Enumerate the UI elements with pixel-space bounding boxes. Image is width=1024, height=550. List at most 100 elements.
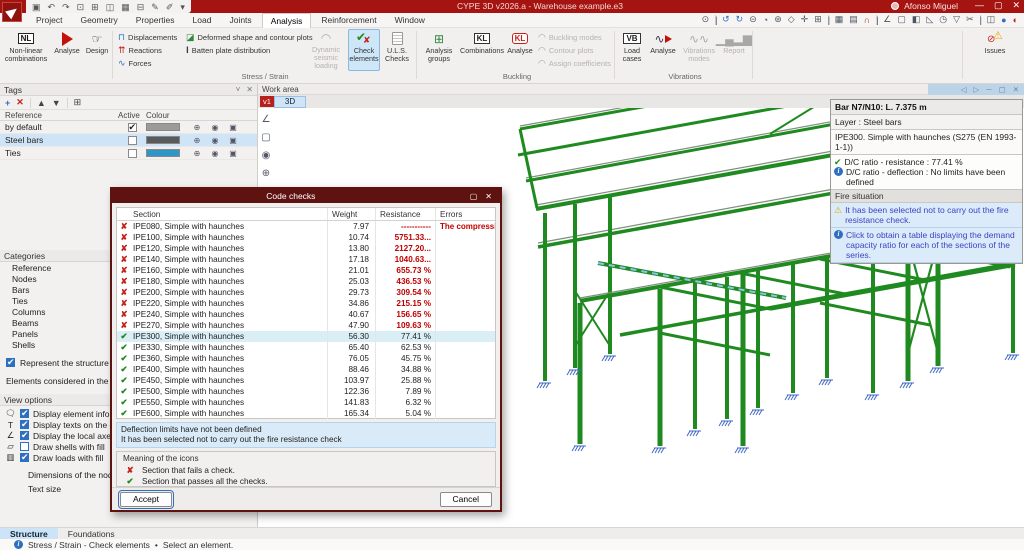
check-elements-button[interactable]: ✔✘ Check elements [348, 29, 380, 71]
dialog-title-bar[interactable]: Code checks ▢ ✕ [112, 189, 500, 203]
zoom-window-icon[interactable]: ⊛ [774, 14, 782, 25]
droplet-icon[interactable]: ◇ [788, 14, 795, 25]
search-icon[interactable]: ⊙ [702, 14, 710, 25]
tab-3d[interactable]: 3D [274, 96, 306, 108]
screen-icon[interactable]: ⊞ [814, 14, 822, 25]
menu-tab[interactable]: Geometry [72, 13, 125, 28]
section-row[interactable]: IPE330, Simple with haunches 65.40 62.53… [117, 342, 495, 353]
section-row[interactable]: IPE080, Simple with haunches 7.97 ------… [117, 221, 495, 232]
menu-tab[interactable]: Project [28, 13, 70, 28]
separator[interactable]: | [876, 15, 877, 25]
section-row[interactable]: IPE180, Simple with haunches 25.03 436.5… [117, 276, 495, 287]
nonlinear-combinations-button[interactable]: NL Non-linear combinations [2, 29, 50, 71]
uls-checks-button[interactable]: U.L.S. Checks [382, 29, 412, 71]
view-option-checkbox[interactable] [20, 409, 29, 418]
section-row[interactable]: IPE220, Simple with haunches 34.86 215.1… [117, 298, 495, 309]
combinations-button[interactable]: KL Combinations [460, 29, 504, 71]
move-down-icon[interactable]: ▼ [52, 98, 61, 108]
design-button[interactable]: ☞ Design [84, 29, 110, 71]
section-row[interactable]: IPE450, Simple with haunches 103.97 25.8… [117, 375, 495, 386]
colour-swatch[interactable] [146, 123, 180, 131]
separator[interactable]: | [715, 15, 716, 25]
measure-icon[interactable]: ∠ [883, 14, 891, 25]
dialog-close-button[interactable]: ✕ [485, 192, 492, 201]
panel-control-icon[interactable]: ▢ [999, 85, 1006, 94]
displacements-button[interactable]: ⊓ Displacements [118, 31, 177, 43]
accept-button[interactable]: Accept [120, 492, 172, 507]
panel-control-icon[interactable]: ✕ [1013, 85, 1019, 94]
separator[interactable]: | [980, 15, 981, 25]
zoom-previous-icon[interactable]: ↺ [722, 14, 730, 25]
pan-icon[interactable]: ✛ [801, 14, 809, 25]
render-icon[interactable]: ◐ [1013, 15, 1018, 25]
annotate-icon[interactable]: ✐ [166, 2, 174, 12]
history-icon[interactable]: ◷ [939, 14, 947, 25]
user-account[interactable]: Afonso Miguel [891, 1, 958, 11]
forces-button[interactable]: ∿ Forces [118, 57, 151, 69]
globe-icon[interactable]: ⊕ [188, 136, 206, 145]
dimensions-icon[interactable]: ▦ [835, 14, 844, 25]
represent-layers-checkbox[interactable] [6, 358, 15, 367]
orbit-icon[interactable]: ◔ [763, 15, 768, 25]
close-button[interactable]: ✕ [1012, 0, 1020, 11]
active-checkbox[interactable] [128, 149, 137, 158]
globe-icon[interactable]: ⊕ [188, 149, 206, 158]
move-up-icon[interactable]: ▲ [37, 98, 46, 108]
issues-button[interactable]: ⊘⚠ Issues [980, 29, 1010, 71]
vibrations-analyse-button[interactable]: ∿ Analyse [648, 29, 678, 71]
panel-control-icon[interactable]: ─ [986, 85, 991, 94]
cut-icon[interactable]: ✂ [966, 14, 974, 25]
batten-plate-button[interactable]: 𝐈 Batten plate distribution [186, 44, 270, 56]
capture-icon[interactable]: ▦ [121, 2, 130, 12]
add-tag-icon[interactable]: + [5, 98, 10, 108]
print-icon[interactable]: ⊡ [77, 2, 85, 12]
split-view-icon[interactable]: ◫ [987, 14, 996, 25]
section-row[interactable]: IPE550, Simple with haunches 141.83 6.32… [117, 397, 495, 408]
maximize-button[interactable]: ▢ [994, 0, 1003, 11]
lock-icon[interactable]: ▣ [224, 123, 242, 132]
cancel-button[interactable]: Cancel [440, 492, 492, 507]
menu-tab[interactable]: Load [185, 13, 220, 28]
delete-tag-icon[interactable]: ✕ [16, 97, 24, 108]
save-icon[interactable]: ▣ [32, 2, 41, 12]
bottom-tab[interactable]: Structure [0, 528, 58, 540]
tag-row[interactable]: Ties ⊕ ◉ ▣ [0, 147, 257, 160]
select-tool-icon[interactable]: ◉ [262, 150, 271, 161]
section-row[interactable]: IPE240, Simple with haunches 40.67 156.6… [117, 309, 495, 320]
section-row[interactable]: IPE300, Simple with haunches 56.30 77.41… [117, 331, 495, 342]
lock-icon[interactable]: ▣ [224, 136, 242, 145]
section-row[interactable]: IPE160, Simple with haunches 21.01 655.7… [117, 265, 495, 276]
active-checkbox[interactable] [128, 136, 137, 145]
section-row[interactable]: IPE140, Simple with haunches 17.18 1040.… [117, 254, 495, 265]
panel-control-icon[interactable]: ◁ [961, 85, 967, 94]
section-row[interactable]: IPE500, Simple with haunches 122.36 7.89… [117, 386, 495, 397]
zoom-out-icon[interactable]: ⊝ [749, 14, 757, 25]
fire-info-message[interactable]: i Click to obtain a table displaying the… [831, 228, 1022, 263]
eye-icon[interactable]: ◉ [206, 123, 224, 132]
minimize-button[interactable]: — [975, 0, 984, 11]
view-option-checkbox[interactable] [20, 420, 29, 429]
redo-icon[interactable]: ↷ [62, 2, 70, 12]
layers-icon[interactable]: ◧ [912, 14, 921, 25]
export-icon[interactable]: ◫ [106, 2, 115, 12]
section-row[interactable]: IPE400, Simple with haunches 88.46 34.88… [117, 364, 495, 375]
analyse-button[interactable]: Analyse [52, 29, 82, 71]
dialog-maximize-button[interactable]: ▢ [470, 192, 478, 201]
globe-icon[interactable]: ● [1001, 15, 1006, 25]
undo-icon[interactable]: ↶ [48, 2, 56, 12]
menu-tab[interactable]: Properties [128, 13, 183, 28]
active-checkbox[interactable] [128, 123, 137, 132]
load-cases-button[interactable]: VB Load cases [618, 29, 646, 71]
menu-tab[interactable]: Window [387, 13, 433, 28]
zoom-next-icon[interactable]: ↻ [736, 14, 744, 25]
magnet-icon[interactable]: ∩ [864, 15, 870, 25]
menu-tab[interactable]: Joints [221, 13, 259, 28]
selection-box-icon[interactable]: ▢ [897, 14, 906, 25]
colour-swatch[interactable] [146, 149, 180, 157]
tag-row[interactable]: Steel bars ⊕ ◉ ▣ [0, 134, 257, 147]
edit-icon[interactable]: ✎ [151, 2, 159, 12]
views-tool-icon[interactable]: ▢ [261, 132, 270, 143]
section-row[interactable]: IPE360, Simple with haunches 76.05 45.75… [117, 353, 495, 364]
separator[interactable]: | [828, 15, 829, 25]
view-option-checkbox[interactable] [20, 442, 29, 451]
